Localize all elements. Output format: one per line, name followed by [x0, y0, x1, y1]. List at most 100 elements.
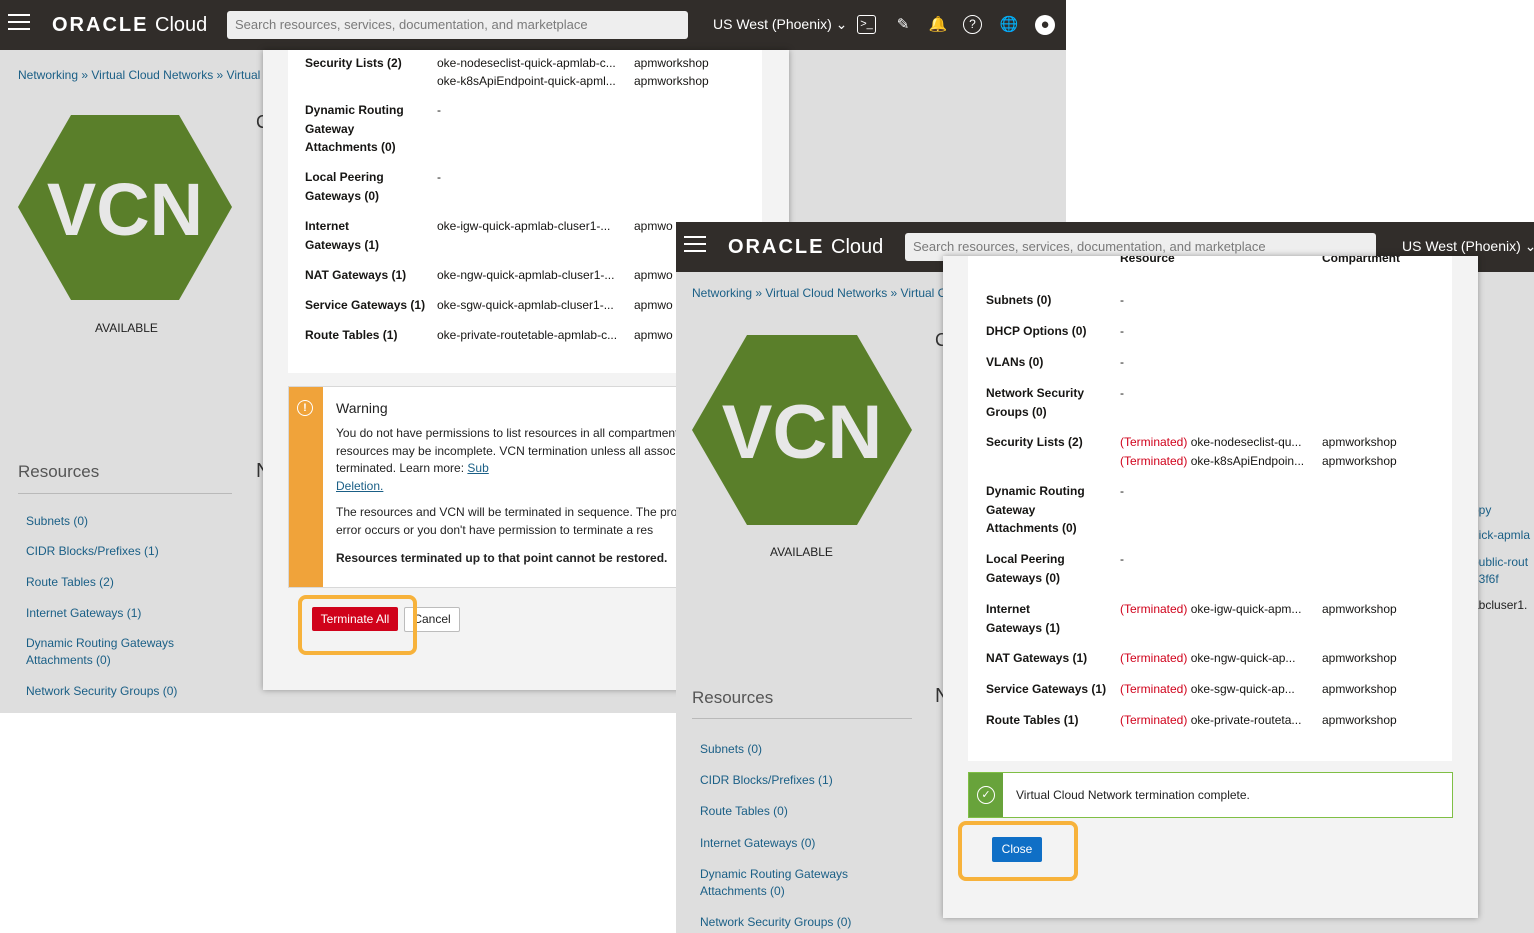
terminated-tag: (Terminated): [1120, 602, 1188, 616]
warning-text-3: Resources terminated up to that point ca…: [336, 551, 668, 565]
row-label: Internet Gateways (1): [986, 602, 1061, 635]
warning-bar: !: [289, 387, 323, 587]
row-value: (Terminated) oke-nodeseclist-qu...: [1120, 435, 1302, 449]
top-bar: ORACLE Cloud Search resources, services,…: [0, 0, 1066, 50]
resource-link-nsg[interactable]: Network Security Groups (0): [700, 914, 851, 931]
row-compartment: apmwo: [634, 298, 673, 312]
row-value: -: [1120, 293, 1124, 307]
vcn-hexagon-icon: VCN: [692, 335, 912, 525]
edit-icon[interactable]: ✎: [893, 15, 913, 35]
vcn-hexagon-icon: VCN: [18, 115, 232, 300]
resource-link-subnets[interactable]: Subnets (0): [26, 513, 88, 530]
row-value: (Terminated) oke-ngw-quick-ap...: [1120, 651, 1296, 665]
row-compartment: apmwo: [634, 328, 673, 342]
resource-link-cidr[interactable]: CIDR Blocks/Prefixes (1): [700, 772, 833, 789]
menu-icon[interactable]: [684, 236, 706, 254]
row-label: NAT Gateways (1): [986, 651, 1088, 665]
highlight-close: [958, 821, 1078, 881]
success-message: Virtual Cloud Network termination comple…: [1016, 788, 1250, 802]
column-header-resource: Resource: [1120, 256, 1175, 265]
column-header-compartment: Compartment: [1322, 256, 1401, 265]
row-label: Route Tables (1): [986, 713, 1079, 727]
row-label: Subnets (0): [986, 293, 1052, 307]
resource-link-drg-attachments[interactable]: Dynamic Routing Gateways Attachments (0): [700, 866, 860, 900]
background-text-fragment: abcluser1.: [1472, 598, 1528, 612]
warning-icon: !: [297, 400, 313, 416]
row-label: Network Security Groups (0): [986, 386, 1085, 419]
row-label: Service Gateways (1): [305, 298, 426, 312]
oracle-cloud-logo[interactable]: ORACLE Cloud: [728, 236, 883, 259]
divider: [18, 493, 232, 494]
row-label: Route Tables (1): [305, 328, 398, 342]
resources-heading: Resources: [18, 462, 100, 481]
row-label: Security Lists (2): [305, 56, 402, 70]
row-value: oke-private-routetable-apmlab-c...: [437, 328, 618, 342]
row-value: (Terminated) oke-sgw-quick-ap...: [1120, 682, 1295, 696]
menu-icon[interactable]: [8, 14, 30, 32]
row-value: -: [437, 103, 441, 117]
row-compartment: apmworkshop: [1322, 435, 1397, 449]
breadcrumb[interactable]: Networking » Virtual Cloud Networks » Vi…: [18, 68, 272, 82]
row-compartment: apmworkshop: [1322, 713, 1397, 727]
cloud-shell-icon[interactable]: >_: [857, 15, 876, 34]
learn-more-link-2[interactable]: Deletion.: [336, 479, 383, 493]
resource-link-nsg[interactable]: Network Security Groups (0): [26, 683, 177, 700]
row-value: -: [437, 170, 441, 184]
screenshot-after: ORACLE Cloud Search resources, services,…: [676, 222, 1534, 933]
row-value: -: [1120, 386, 1124, 400]
row-value: -: [1120, 324, 1124, 338]
terminated-tag: (Terminated): [1120, 682, 1188, 696]
row-value: -: [1120, 484, 1124, 498]
row-label: Security Lists (2): [986, 435, 1083, 449]
chevron-down-icon: ⌄: [1524, 238, 1534, 254]
terminate-dialog: Resource Compartment Subnets (0) - DHCP …: [943, 256, 1478, 918]
row-label: DHCP Options (0): [986, 324, 1087, 338]
check-circle-icon: ✓: [977, 786, 995, 804]
background-link-fragment[interactable]: uick-apmla: [1472, 528, 1530, 542]
resource-link-drg-attachments[interactable]: Dynamic Routing Gateways Attachments (0): [26, 635, 186, 669]
resource-link-internet-gateways[interactable]: Internet Gateways (1): [26, 605, 141, 622]
row-label: Internet Gateways (1): [305, 219, 380, 252]
breadcrumb[interactable]: Networking » Virtual Cloud Networks » Vi…: [692, 286, 946, 300]
warning-title: Warning: [336, 400, 388, 416]
row-label: Dynamic Routing Gateway Attachments (0): [986, 484, 1085, 535]
terminated-tag: (Terminated): [1120, 454, 1188, 468]
search-input[interactable]: Search resources, services, documentatio…: [227, 11, 688, 39]
row-value: (Terminated) oke-k8sApiEndpoin...: [1120, 454, 1305, 468]
row-value: oke-sgw-quick-apmlab-cluser1-...: [437, 298, 614, 312]
row-compartment: apmworkshop: [634, 56, 709, 70]
row-label: Service Gateways (1): [986, 682, 1107, 696]
status-label: AVAILABLE: [95, 321, 158, 335]
row-value: oke-k8sApiEndpoint-quick-apml...: [437, 74, 616, 88]
row-label: Local Peering Gateways (0): [305, 170, 384, 203]
background-link-fragment[interactable]: public-rout: [1472, 555, 1528, 569]
row-compartment: apmworkshop: [1322, 682, 1397, 696]
resource-list-card: Resource Compartment Subnets (0) - DHCP …: [968, 256, 1452, 761]
bell-icon[interactable]: 🔔: [928, 15, 948, 35]
vcn-text: VCN: [722, 390, 882, 475]
row-value: oke-nodeseclist-quick-apmlab-c...: [437, 56, 616, 70]
resource-link-route-tables[interactable]: Route Tables (2): [26, 574, 114, 591]
row-value: -: [1120, 355, 1124, 369]
resource-link-subnets[interactable]: Subnets (0): [700, 741, 762, 758]
row-value: oke-igw-quick-apmlab-cluser1-...: [437, 219, 611, 233]
success-banner: ✓ Virtual Cloud Network termination comp…: [968, 772, 1453, 818]
profile-icon[interactable]: ●: [1035, 15, 1055, 35]
globe-icon[interactable]: 🌐: [999, 15, 1019, 35]
learn-more-link[interactable]: Sub: [467, 461, 488, 475]
row-compartment: apmworkshop: [1322, 602, 1397, 616]
row-value: (Terminated) oke-private-routeta...: [1120, 713, 1302, 727]
chevron-down-icon: ⌄: [835, 16, 848, 32]
region-selector[interactable]: US West (Phoenix) ⌄: [713, 16, 847, 33]
row-value: (Terminated) oke-igw-quick-apm...: [1120, 602, 1302, 616]
success-bar: ✓: [969, 773, 1003, 817]
help-icon[interactable]: ?: [963, 15, 982, 34]
row-compartment: apmwo: [634, 268, 673, 282]
resource-link-cidr[interactable]: CIDR Blocks/Prefixes (1): [26, 543, 159, 560]
resource-link-route-tables[interactable]: Route Tables (0): [700, 803, 788, 820]
region-selector[interactable]: US West (Phoenix) ⌄: [1402, 238, 1534, 255]
resource-link-internet-gateways[interactable]: Internet Gateways (0): [700, 835, 815, 852]
highlight-terminate: [298, 595, 417, 655]
row-label: Dynamic Routing Gateway Attachments (0): [305, 103, 404, 154]
oracle-cloud-logo[interactable]: ORACLE Cloud: [52, 14, 207, 37]
